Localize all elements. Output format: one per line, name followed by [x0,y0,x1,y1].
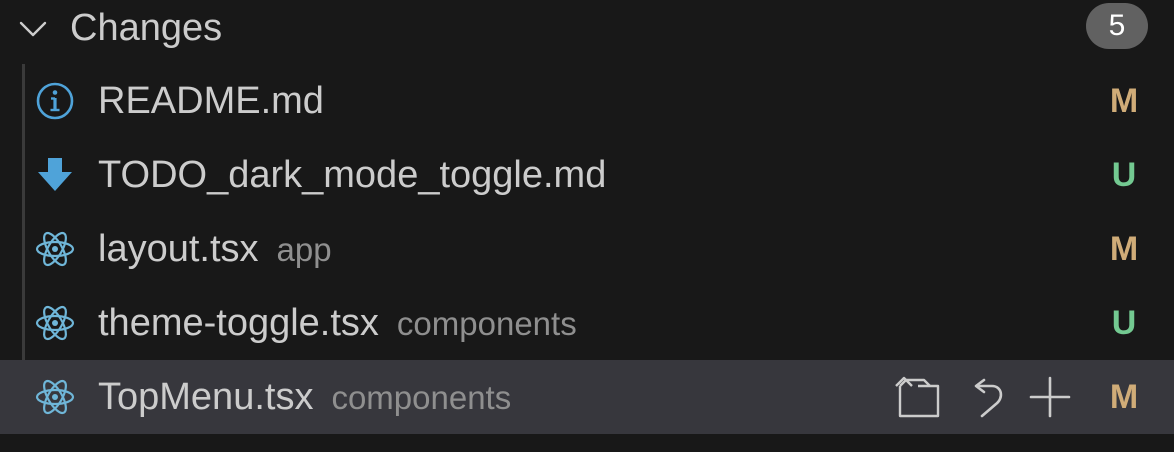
list-item[interactable]: layout.tsx app M [0,212,1174,286]
discard-changes-icon [974,378,1003,418]
open-file-icon [895,376,940,418]
list-item[interactable]: TODO_dark_mode_toggle.md U [0,138,1174,212]
status-badge: M [1109,230,1139,268]
stage-changes-button[interactable] [1020,372,1080,422]
chevron-down-icon[interactable] [18,14,48,44]
react-icon [35,231,75,267]
file-label: README.md [98,76,342,126]
status-badge: U [1111,304,1137,342]
file-name: layout.tsx [98,228,259,270]
file-label: layout.tsx app [98,224,332,274]
discard-changes-button[interactable] [960,372,1020,422]
react-icon [35,379,75,415]
list-item-selected[interactable]: TopMenu.tsx components M [0,360,1174,434]
file-label: theme-toggle.tsx components [98,298,577,348]
react-icon [35,305,75,341]
file-name: theme-toggle.tsx [98,302,379,344]
changes-section-header[interactable]: Changes 5 [0,0,1174,58]
file-directory: app [276,231,332,268]
download-arrow-icon [38,158,72,191]
status-badge: M [1109,82,1139,120]
status-badge: M [1109,378,1139,416]
file-label: TODO_dark_mode_toggle.md [98,150,624,200]
file-label: TopMenu.tsx components [98,372,511,422]
changed-files-list: README.md M TODO_dark_mode_toggle.md U l… [0,64,1174,434]
file-name: README.md [98,80,324,122]
changes-count-badge: 5 [1086,3,1148,49]
status-badge: U [1111,156,1137,194]
file-name: TopMenu.tsx [98,376,314,418]
section-title: Changes [70,7,223,49]
file-name: TODO_dark_mode_toggle.md [98,154,607,196]
row-actions [884,372,1084,422]
list-item[interactable]: theme-toggle.tsx components U [0,286,1174,360]
open-file-button[interactable] [884,372,944,422]
file-directory: components [396,305,577,342]
info-icon [36,82,74,120]
file-directory: components [331,379,512,416]
list-item[interactable]: README.md M [0,64,1174,138]
stage-changes-icon [1029,376,1071,418]
